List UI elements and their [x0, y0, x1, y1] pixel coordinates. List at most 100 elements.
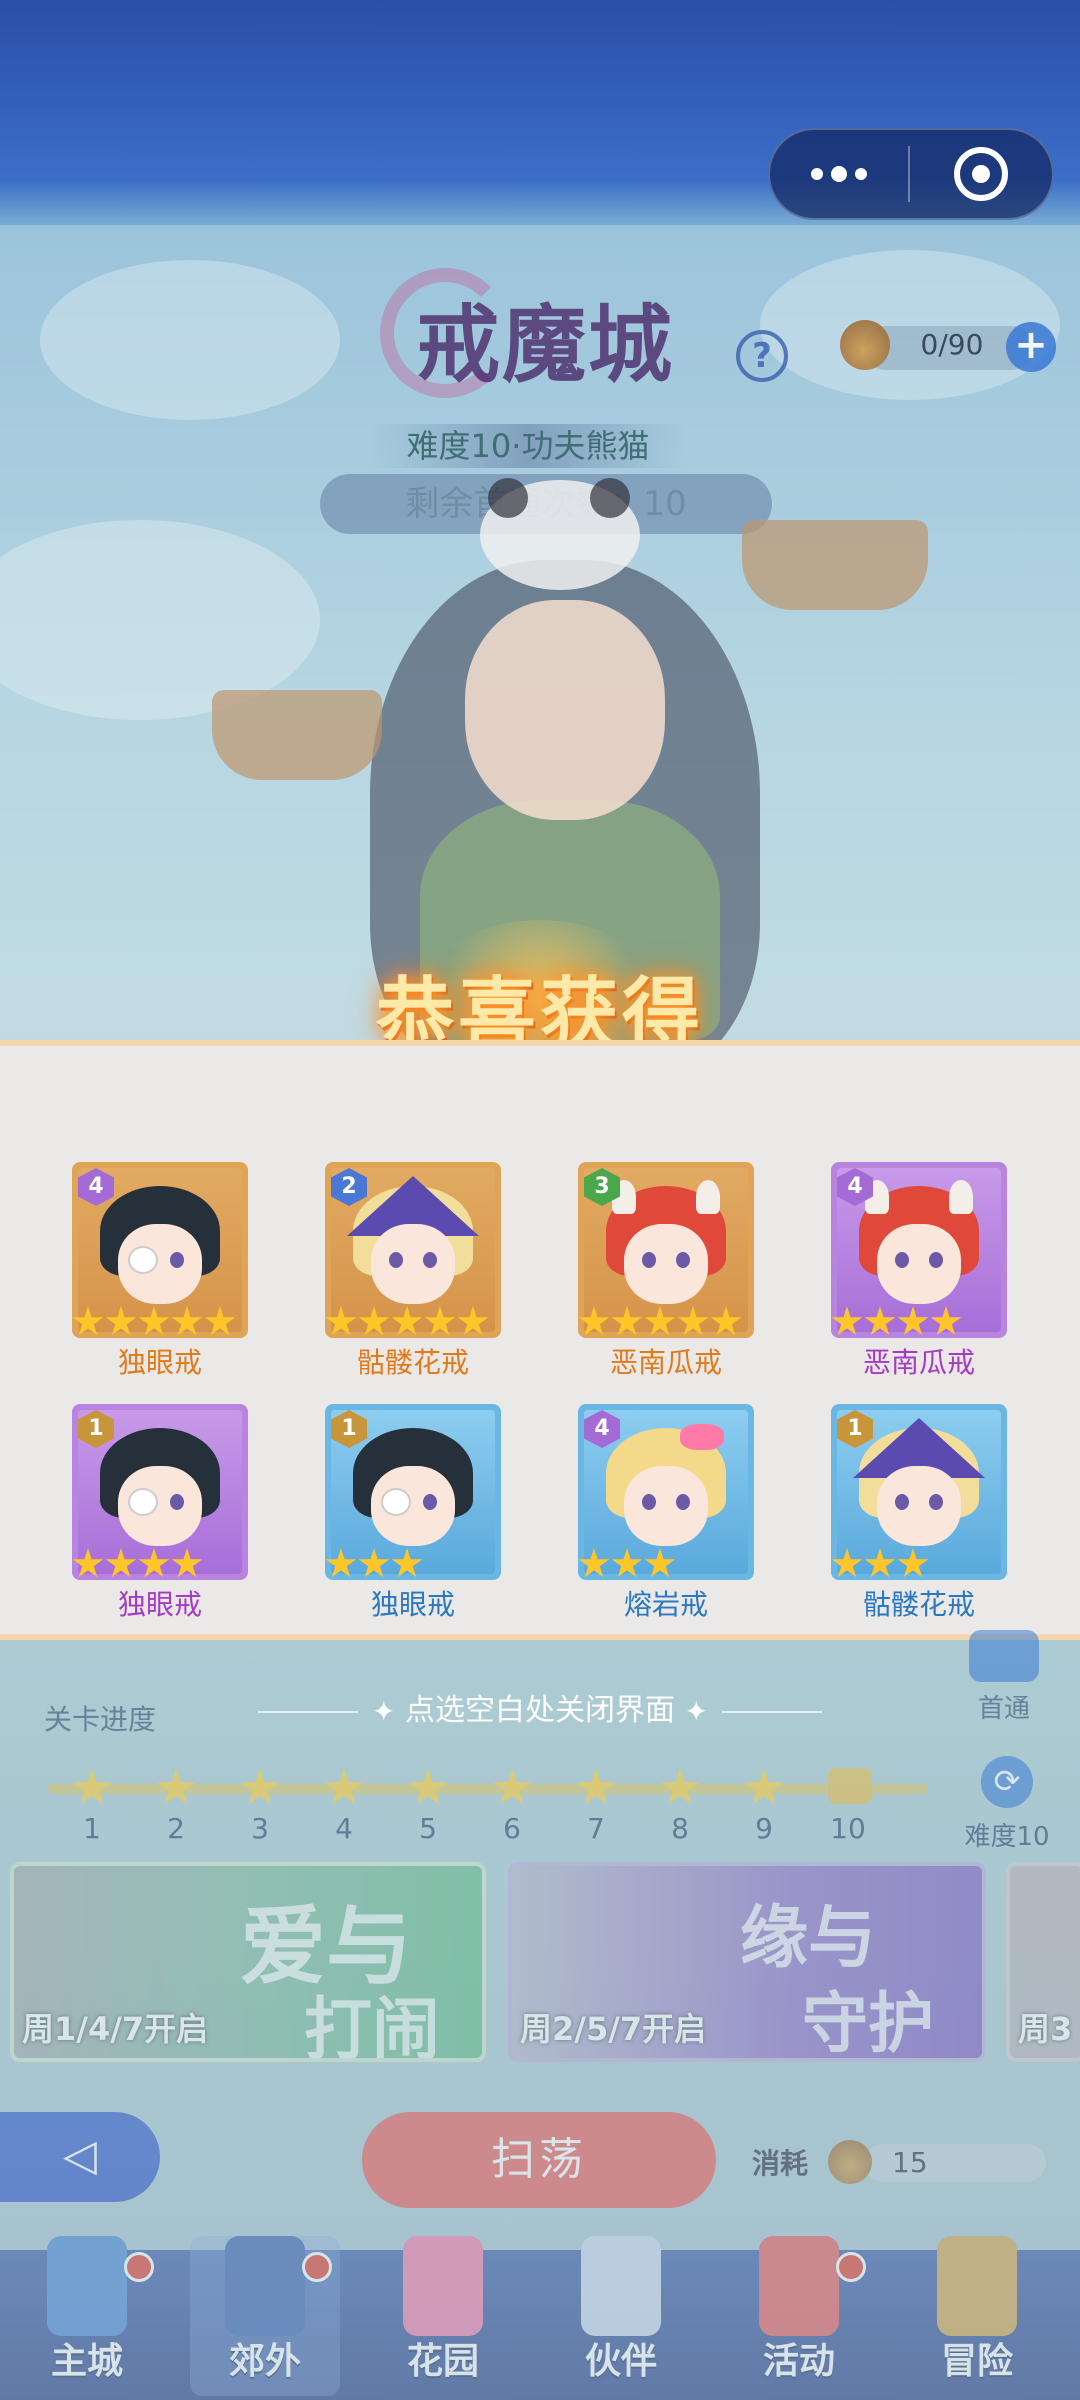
- bamboo-basket: [212, 690, 382, 780]
- plus-icon[interactable]: +: [1006, 322, 1056, 372]
- back-arrow-icon[interactable]: ◁: [0, 2112, 160, 2202]
- first-clear-label: 首通: [977, 1694, 1030, 1724]
- star-rating: [72, 1548, 203, 1580]
- star-icon: [897, 1548, 929, 1578]
- stamina-value: 0/90: [920, 328, 984, 361]
- stage-number: 8: [671, 1812, 689, 1845]
- help-icon[interactable]: ?: [736, 330, 788, 382]
- banner-schedule: 周2/5/7开启: [520, 2010, 707, 2048]
- cost-value: 15: [892, 2146, 928, 2179]
- banner-title-line2: 打闹: [304, 1990, 441, 2062]
- cost-label: 消耗: [752, 2147, 809, 2180]
- sweep-button[interactable]: 扫荡: [362, 2112, 716, 2208]
- reward-name: 骷髅花戒: [356, 1346, 469, 1379]
- panda-ear: [590, 478, 630, 518]
- star-icon: [171, 1306, 203, 1336]
- star-icon: [358, 1306, 390, 1336]
- star-icon: [358, 1548, 390, 1578]
- castle-icon: [47, 2236, 127, 2336]
- reward-name: 恶南瓜戒: [609, 1346, 722, 1379]
- reward-panel: 4 独眼戒 2 骷髅花戒 3 恶南瓜戒 4 恶南瓜戒 1 独眼戒 1 独眼戒 4 熔岩戒 1 骷髅花戒: [0, 1040, 1080, 1640]
- mini-program-capsule: [768, 128, 1054, 220]
- notification-dot: [836, 2252, 866, 2282]
- reward-card[interactable]: 1 独眼戒: [325, 1404, 501, 1621]
- blonde-bow-girl-avatar: [606, 1424, 726, 1552]
- star-icon: [105, 1306, 137, 1336]
- nav-item-5[interactable]: 活动: [724, 2236, 874, 2396]
- star-icon: [897, 1306, 929, 1336]
- hint-line: [722, 1710, 823, 1713]
- horned-girl-avatar: [606, 1180, 726, 1310]
- first-clear-button[interactable]: 首通: [964, 1630, 1044, 1724]
- event-banner-partial[interactable]: 周3: [1006, 1862, 1080, 2062]
- reward-name: 独眼戒: [370, 1588, 455, 1621]
- nav-item-1[interactable]: 主城: [12, 2236, 162, 2396]
- star-icon: [325, 1306, 357, 1336]
- sparkle-icon: ✦: [684, 1695, 709, 1728]
- eyepatch-girl-avatar: [353, 1428, 473, 1552]
- reward-card[interactable]: 1 独眼戒: [72, 1404, 248, 1621]
- nav-item-4[interactable]: 伙伴: [546, 2236, 696, 2396]
- star-icon: [831, 1306, 863, 1336]
- close-hint: ✦ 点选空白处关闭界面 ✦: [0, 1685, 1080, 1729]
- difficulty-label: 难度10·功夫熊猫: [370, 424, 686, 468]
- sparkle-icon: ✦: [371, 1695, 396, 1728]
- partner-icon: [581, 2236, 661, 2336]
- star-icon: [644, 1548, 676, 1578]
- reward-card[interactable]: 4 熔岩戒: [578, 1404, 754, 1621]
- camera-icon: [969, 1630, 1039, 1682]
- nav-label: 活动: [762, 2341, 835, 2382]
- stage-number: 6: [503, 1812, 521, 1845]
- gift-icon: [759, 2236, 839, 2336]
- compass-icon: [937, 2236, 1017, 2336]
- notification-dot: [302, 2252, 332, 2282]
- reward-name: 恶南瓜戒: [862, 1346, 975, 1379]
- difficulty-switch-button[interactable]: ⟳ 难度10: [952, 1756, 1062, 1853]
- star-icon: [864, 1306, 896, 1336]
- reward-card[interactable]: 1 骷髅花戒: [831, 1404, 1007, 1621]
- event-banner-guard[interactable]: 缘与 守护 周2/5/7开启: [508, 1862, 986, 2062]
- stage-number: 4: [335, 1812, 353, 1845]
- heart-icon: [403, 2236, 483, 2336]
- nav-item-2[interactable]: 郊外: [190, 2236, 340, 2396]
- stage-number: 5: [419, 1812, 437, 1845]
- star-icon: [204, 1306, 236, 1336]
- reward-card[interactable]: 2 骷髅花戒: [325, 1162, 501, 1379]
- event-banner-love[interactable]: 爱与 打闹 周1/4/7开启: [10, 1862, 486, 2062]
- horned-girl-avatar: [859, 1180, 979, 1310]
- character-face: [465, 600, 665, 820]
- star-icon: [72, 1548, 104, 1578]
- star-icon: [171, 1548, 203, 1578]
- bun-icon: [840, 320, 890, 370]
- nav-label: 伙伴: [584, 2341, 657, 2382]
- target-circle-icon[interactable]: [910, 130, 1052, 218]
- star-rating: [578, 1548, 676, 1580]
- dumpling-basket: [742, 520, 928, 610]
- eyepatch-girl-avatar: [100, 1428, 220, 1552]
- reward-name: 独眼戒: [117, 1588, 202, 1621]
- star-icon: [325, 1548, 357, 1578]
- reward-name: 熔岩戒: [623, 1588, 708, 1621]
- star-rating: [831, 1306, 962, 1338]
- star-icon: [138, 1548, 170, 1578]
- reward-card[interactable]: 4 独眼戒: [72, 1162, 248, 1379]
- banner-title-line2: 守护: [802, 1984, 934, 2062]
- panda-ear: [488, 478, 528, 518]
- nav-label: 郊外: [228, 2341, 301, 2382]
- star-icon: [72, 1306, 104, 1336]
- reward-name: 骷髅花戒: [862, 1588, 975, 1621]
- sweep-cost: 消耗 15: [752, 2140, 1052, 2184]
- banner-title-line1: 缘与: [740, 1898, 877, 1978]
- nav-item-6[interactable]: 冒险: [902, 2236, 1052, 2396]
- star-icon: [611, 1306, 643, 1336]
- nav-item-3[interactable]: 花园: [368, 2236, 518, 2396]
- refresh-icon: ⟳: [981, 1756, 1033, 1808]
- reward-card[interactable]: 4 恶南瓜戒: [831, 1162, 1007, 1379]
- reward-card[interactable]: 3 恶南瓜戒: [578, 1162, 754, 1379]
- star-icon: [710, 1306, 742, 1336]
- stage-node[interactable]: [828, 1768, 872, 1804]
- more-dots-icon[interactable]: [770, 130, 908, 218]
- star-icon: [105, 1548, 137, 1578]
- star-rating: [72, 1306, 236, 1338]
- star-rating: [578, 1306, 742, 1338]
